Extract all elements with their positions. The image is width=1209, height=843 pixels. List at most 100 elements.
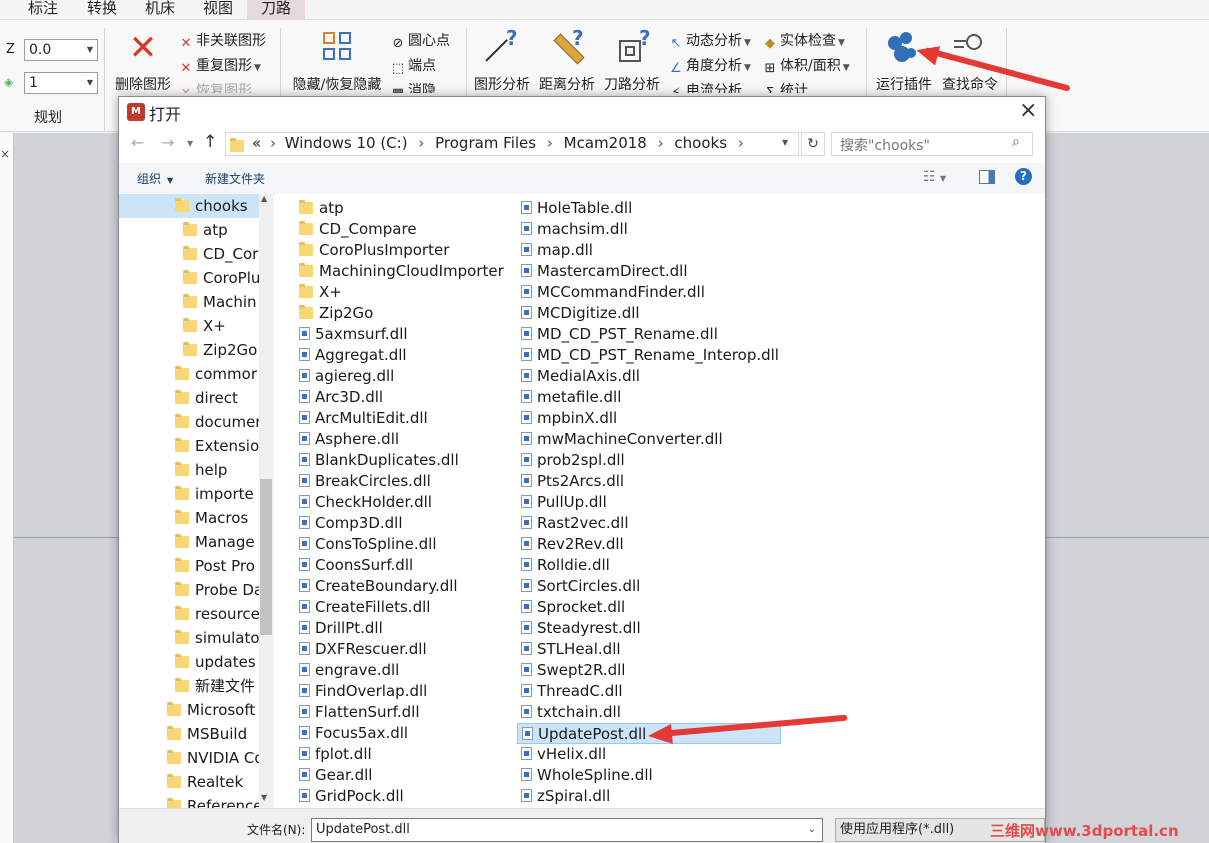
file-item[interactable]: Gear.dll [295, 765, 372, 786]
angle-analysis-button[interactable]: ∠ 角度分析 ▼ [668, 56, 751, 76]
file-item[interactable]: metafile.dll [517, 387, 621, 408]
file-list[interactable]: atp CD_Compare CoroPlusImporter MachiningCl… [275, 194, 1045, 808]
file-item[interactable]: DrillPt.dll [295, 618, 383, 639]
menu-toolpaths[interactable]: 刀路 [247, 0, 306, 20]
duplicate-figure-button[interactable]: ✕ 重复图形 ▼ [178, 56, 261, 76]
tree-item[interactable]: Microsoft [119, 698, 259, 722]
tree-item[interactable]: importe [119, 482, 259, 506]
file-item[interactable]: Rev2Rev.dll [517, 534, 624, 555]
address-bar[interactable]: « › Windows 10 (C:) › Program Files › Mc… [225, 132, 799, 156]
solid-check-button[interactable]: ◆ 实体检查 ▼ [762, 31, 845, 51]
folder-item[interactable]: atp [295, 198, 344, 219]
breadcrumb-overflow[interactable]: « [252, 134, 261, 152]
tree-item[interactable]: Post Pro [119, 554, 259, 578]
tree-item[interactable]: commor [119, 362, 259, 386]
chevron-down-icon[interactable]: ▼ [782, 138, 788, 147]
tree-scrollbar[interactable]: ▲ ▼ [259, 194, 273, 808]
menu-transform[interactable]: 转换 [73, 0, 131, 20]
file-item[interactable]: Asphere.dll [295, 429, 399, 450]
file-item[interactable]: CreateFillets.dll [295, 597, 430, 618]
breadcrumb-item[interactable]: chooks [674, 134, 727, 152]
delete-figure-button[interactable]: ✕ 删除图形 [110, 30, 176, 94]
restore-figure-button[interactable]: ✕恢复图形 [178, 81, 252, 93]
breadcrumb-item[interactable]: Windows 10 (C:) [285, 134, 408, 152]
file-item[interactable]: 5axmsurf.dll [295, 324, 408, 345]
file-item[interactable]: MD_CD_PST_Rename.dll [517, 324, 718, 345]
file-item[interactable]: BlankDuplicates.dll [295, 450, 459, 471]
recent-chevron-icon[interactable]: ▼ [187, 139, 193, 148]
toolpath-analysis-button[interactable]: ? 刀路分析 [601, 26, 663, 94]
file-item[interactable]: ThreadC.dll [517, 681, 623, 702]
file-item[interactable]: HoleTable.dll [517, 198, 632, 219]
file-item[interactable]: Arc3D.dll [295, 387, 383, 408]
back-arrow-icon[interactable]: ← [131, 133, 144, 152]
file-item[interactable]: FindOverlap.dll [295, 681, 427, 702]
file-item[interactable]: WholeSpline.dll [517, 765, 653, 786]
folder-item[interactable]: CD_Compare [295, 219, 417, 240]
endpoint-button[interactable]: ⬚ 端点 [390, 56, 436, 76]
file-item[interactable]: FlattenSurf.dll [295, 702, 420, 723]
forward-arrow-icon[interactable]: → [161, 133, 174, 152]
tree-item[interactable]: Realtek [119, 770, 259, 794]
file-item[interactable]: Rolldie.dll [517, 555, 610, 576]
current-analysis-button[interactable]: ⚡电流分析 [668, 81, 742, 93]
file-item[interactable]: MastercamDirect.dll [517, 261, 687, 282]
scroll-down-icon[interactable]: ▼ [261, 793, 267, 802]
menu-annotate[interactable]: 标注 [14, 0, 72, 20]
file-item[interactable]: CheckHolder.dll [295, 492, 432, 513]
help-icon[interactable]: ? [1015, 168, 1032, 185]
file-item[interactable]: ArcMultiEdit.dll [295, 408, 428, 429]
dynamic-analysis-button[interactable]: ↖ 动态分析 ▼ [668, 31, 751, 51]
scroll-thumb[interactable] [260, 479, 272, 635]
file-item[interactable]: MCDigitize.dll [517, 303, 640, 324]
file-item[interactable]: STLHeal.dll [517, 639, 621, 660]
tree-item[interactable]: Extensio [119, 434, 259, 458]
folder-item[interactable]: X+ [295, 282, 342, 303]
tree-item[interactable]: Zip2Go [119, 338, 259, 362]
tree-item[interactable]: simulato [119, 626, 260, 650]
statistics-button[interactable]: Σ统计 [762, 81, 808, 93]
file-item[interactable]: Aggregat.dll [295, 345, 407, 366]
breadcrumb-item[interactable]: Mcam2018 [564, 134, 647, 152]
menu-view[interactable]: 视图 [189, 0, 247, 20]
file-item[interactable]: Rast2vec.dll [517, 513, 629, 534]
tree-item[interactable]: Machin [119, 290, 259, 314]
tree-item[interactable]: help [119, 458, 259, 482]
filename-input[interactable]: UpdatePost.dll ⌄ [311, 818, 823, 842]
file-item[interactable]: MCCommandFinder.dll [517, 282, 705, 303]
refresh-icon[interactable]: ↻ [801, 132, 825, 156]
file-item[interactable]: BreakCircles.dll [295, 471, 431, 492]
tree-item[interactable]: Manage [119, 530, 259, 554]
tree-item[interactable]: documer [119, 410, 261, 434]
tree-item[interactable]: direct [119, 386, 259, 410]
file-item[interactable]: PullUp.dll [517, 492, 607, 513]
file-item[interactable]: CoonsSurf.dll [295, 555, 413, 576]
chevron-down-icon[interactable]: ⌄ [808, 819, 816, 841]
up-arrow-icon[interactable]: ↑ [203, 132, 217, 152]
z-depth-combo[interactable]: 0.0 ▼ [24, 39, 98, 61]
tree-item[interactable]: CD_Cor [119, 242, 259, 266]
preview-pane-icon[interactable] [979, 170, 995, 184]
file-item[interactable]: mwMachineConverter.dll [517, 429, 723, 450]
blank-button[interactable]: ▦消隐 [390, 81, 436, 93]
tree-item[interactable]: Reference [119, 794, 263, 808]
file-item[interactable]: machsim.dll [517, 219, 628, 240]
file-item[interactable]: agiereg.dll [295, 366, 394, 387]
center-point-button[interactable]: ⊘ 圆心点 [390, 31, 450, 51]
close-icon[interactable]: × [1019, 98, 1037, 123]
tree-item[interactable]: 新建文件 [119, 674, 259, 698]
tree-item[interactable]: atp [119, 218, 259, 242]
file-item[interactable]: DXFRescuer.dll [295, 639, 427, 660]
file-item[interactable]: mpbinX.dll [517, 408, 617, 429]
file-item[interactable]: ConsToSpline.dll [295, 534, 437, 555]
file-item[interactable]: engrave.dll [295, 660, 399, 681]
new-folder-button[interactable]: 新建文件夹 [205, 170, 265, 187]
tree-item[interactable]: CoroPlu [119, 266, 260, 290]
file-item[interactable]: Steadyrest.dll [517, 618, 641, 639]
tree-item[interactable]: X+ [119, 314, 259, 338]
file-item[interactable]: SortCircles.dll [517, 576, 640, 597]
tree-item[interactable]: chooks [119, 194, 259, 218]
tree-item[interactable]: updates [119, 650, 259, 674]
view-options-icon[interactable]: ☷ ▼ [923, 169, 946, 185]
file-item[interactable]: MD_CD_PST_Rename_Interop.dll [517, 345, 779, 366]
